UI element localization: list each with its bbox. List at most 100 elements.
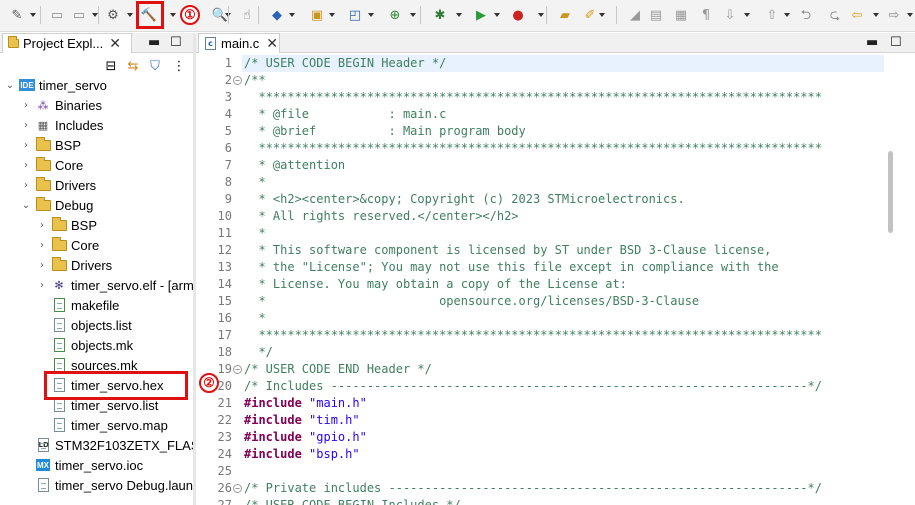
code-line[interactable]: */ xyxy=(244,344,884,361)
tree-item[interactable]: ⌄ IDE timer_servo xyxy=(4,75,107,95)
fold-toggle-icon[interactable]: − xyxy=(233,484,242,493)
scrollbar-thumb[interactable] xyxy=(888,151,893,233)
code-line[interactable]: /* Includes ----------------------------… xyxy=(244,378,884,395)
collapse-arrow-icon[interactable]: › xyxy=(36,220,48,231)
dropdown-arrow-icon[interactable] xyxy=(368,13,374,17)
new-class-icon[interactable]: ◆ xyxy=(268,6,286,24)
code-line[interactable] xyxy=(244,463,884,480)
tree-item[interactable]: › BSP xyxy=(36,215,97,235)
collapse-arrow-icon[interactable]: › xyxy=(20,160,32,171)
expand-arrow-icon[interactable]: ⌄ xyxy=(4,80,16,91)
tree-item[interactable]: LD STM32F103ZETX_FLASH xyxy=(20,435,209,455)
maximize-icon[interactable]: ☐ xyxy=(170,35,182,50)
code-line[interactable]: #include "gpio.h" xyxy=(244,429,884,446)
collapse-arrow-icon[interactable]: › xyxy=(20,140,32,151)
tab-main-c[interactable]: c main.c ✕ xyxy=(198,33,280,53)
tree-item[interactable]: › Core xyxy=(36,235,99,255)
dropdown-arrow-icon[interactable] xyxy=(873,13,879,17)
code-line[interactable]: * This software component is licensed by… xyxy=(244,242,884,259)
dropdown-arrow-icon[interactable] xyxy=(744,13,750,17)
dropdown-arrow-icon[interactable] xyxy=(329,13,335,17)
collapse-arrow-icon[interactable]: › xyxy=(36,280,48,291)
code-line[interactable]: /* USER CODE BEGIN Includes */ xyxy=(244,497,884,505)
code-line[interactable]: #include "bsp.h" xyxy=(244,446,884,463)
view-menu-icon[interactable]: ⋮ xyxy=(170,57,188,75)
dropdown-arrow-icon[interactable] xyxy=(494,13,500,17)
tree-item[interactable]: › BSP xyxy=(20,135,81,155)
collapse-arrow-icon[interactable]: › xyxy=(20,100,32,111)
back-arrow-icon[interactable]: ⇦ xyxy=(848,6,866,24)
tree-item[interactable]: › Drivers xyxy=(20,175,96,195)
code-line[interactable]: * xyxy=(244,225,884,242)
prev-annotation-icon[interactable]: ⇧ xyxy=(763,6,781,24)
fold-toggle-icon[interactable]: − xyxy=(233,365,242,374)
new-source-icon[interactable]: ◰ xyxy=(346,6,364,24)
dropdown-arrow-icon[interactable] xyxy=(30,13,36,17)
code-line[interactable]: ****************************************… xyxy=(244,89,884,106)
code-line[interactable]: /* USER CODE END Header */ xyxy=(244,361,884,378)
code-line[interactable]: * opensource.org/licenses/BSD-3-Clause xyxy=(244,293,884,310)
tree-item[interactable]: timer_servo Debug.laun xyxy=(20,475,193,495)
minimize-icon[interactable]: ▬ xyxy=(866,35,878,50)
collapse-all-icon[interactable]: ⊟ xyxy=(102,57,120,75)
collapse-arrow-icon[interactable]: › xyxy=(36,240,48,251)
minimize-icon[interactable]: ▬ xyxy=(148,35,160,50)
pilcrow-icon[interactable]: ¶ xyxy=(697,6,715,24)
collapse-arrow-icon[interactable]: › xyxy=(36,260,48,271)
dropdown-arrow-icon[interactable] xyxy=(907,13,913,17)
code-line[interactable]: ****************************************… xyxy=(244,140,884,157)
collapse-arrow-icon[interactable]: › xyxy=(20,180,32,191)
vertical-scrollbar[interactable] xyxy=(884,55,915,505)
save-icon[interactable]: ▭ xyxy=(48,6,66,24)
dropdown-arrow-icon[interactable] xyxy=(538,13,544,17)
link-with-editor-icon[interactable]: ⇆ xyxy=(124,57,142,75)
back-nav-icon[interactable]: ⮌ xyxy=(797,6,815,24)
run-icon[interactable]: ▶ xyxy=(472,6,490,24)
dropdown-arrow-icon[interactable] xyxy=(410,13,416,17)
code-line[interactable]: * License. You may obtain a copy of the … xyxy=(244,276,884,293)
tree-item[interactable]: objects.mk xyxy=(36,335,133,355)
dropdown-arrow-icon[interactable] xyxy=(170,13,176,17)
code-line[interactable]: /* USER CODE BEGIN Header */ xyxy=(244,55,884,72)
settings-icon[interactable]: ⚙ xyxy=(104,6,122,24)
maximize-icon[interactable]: ☐ xyxy=(890,35,902,50)
stop-icon[interactable]: ● xyxy=(509,6,527,24)
tree-item[interactable]: ⌄ Debug xyxy=(20,195,93,215)
toggle-icon[interactable]: ▦ xyxy=(672,6,690,24)
tree-item[interactable]: › Drivers xyxy=(36,255,112,275)
mark-icon[interactable]: ▤ xyxy=(647,6,665,24)
highlight-icon[interactable]: ◢ xyxy=(626,6,644,24)
tree-item[interactable]: makefile xyxy=(36,295,119,315)
new-cpp-icon[interactable]: ⊕ xyxy=(386,6,404,24)
code-line[interactable]: * @file : main.c xyxy=(244,106,884,123)
expand-arrow-icon[interactable]: ⌄ xyxy=(20,200,32,211)
tree-item[interactable]: objects.list xyxy=(36,315,132,335)
new-folder-icon[interactable]: ▣ xyxy=(308,6,326,24)
code-area[interactable]: /* USER CODE BEGIN Header *//** ********… xyxy=(242,55,884,505)
touch-icon[interactable]: ☝ xyxy=(238,6,256,24)
code-line[interactable]: * All rights reserved.</center></h2> xyxy=(244,208,884,225)
dropdown-arrow-icon[interactable] xyxy=(127,13,133,17)
fold-toggle-icon[interactable]: − xyxy=(233,76,242,85)
open-folder-icon[interactable]: ▰ xyxy=(556,6,574,24)
code-line[interactable]: /* Private includes --------------------… xyxy=(244,480,884,497)
debug-icon[interactable]: ✱ xyxy=(431,6,449,24)
code-line[interactable]: ****************************************… xyxy=(244,327,884,344)
close-icon[interactable]: ✕ xyxy=(109,35,121,52)
close-icon[interactable]: ✕ xyxy=(266,35,278,52)
tree-item[interactable]: › Core xyxy=(20,155,83,175)
new-icon[interactable]: ✎ xyxy=(8,6,26,24)
dropdown-arrow-icon[interactable] xyxy=(289,13,295,17)
collapse-arrow-icon[interactable]: › xyxy=(20,120,32,131)
code-line[interactable]: * the "License"; You may not use this fi… xyxy=(244,259,884,276)
code-line[interactable]: * @attention xyxy=(244,157,884,174)
code-line[interactable]: * xyxy=(244,174,884,191)
filter-icon[interactable]: ⛉ xyxy=(146,57,164,75)
code-line[interactable]: #include "tim.h" xyxy=(244,412,884,429)
tree-item[interactable]: › ⁂ Binaries xyxy=(20,95,102,115)
tree-item[interactable]: MX timer_servo.ioc xyxy=(20,455,143,475)
forward-arrow-icon[interactable]: ⇨ xyxy=(885,6,903,24)
save-all-icon[interactable]: ▭ xyxy=(70,6,88,24)
pen-icon[interactable]: ✐ xyxy=(581,6,599,24)
next-annotation-icon[interactable]: ⇩ xyxy=(721,6,739,24)
